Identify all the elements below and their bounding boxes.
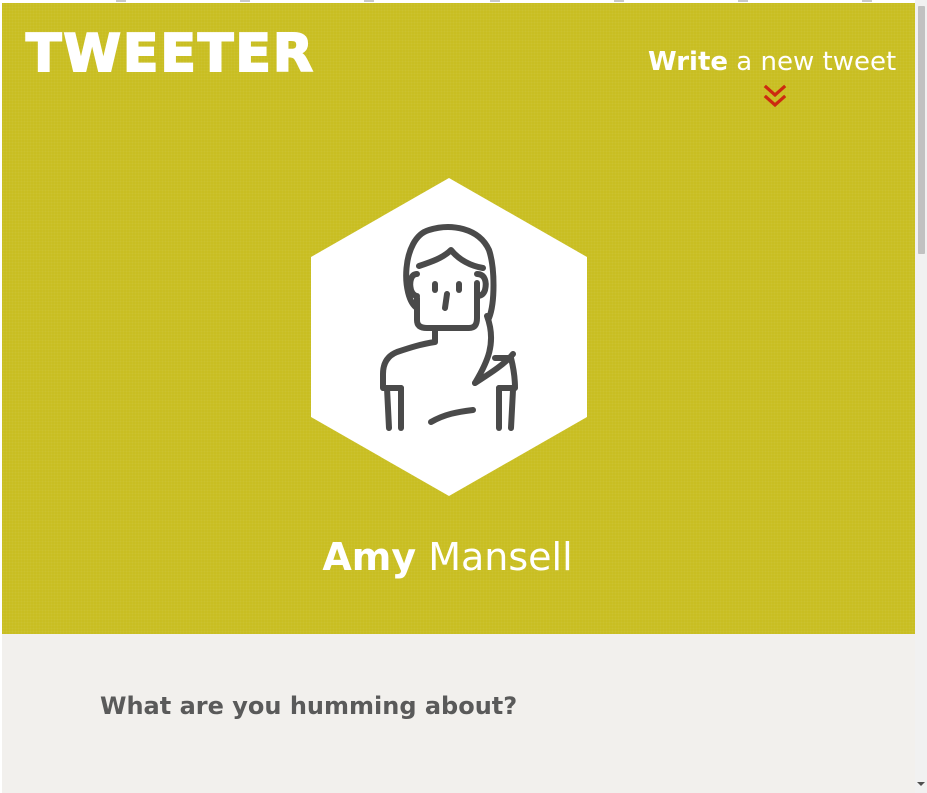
page-scrollbar[interactable] — [915, 0, 927, 793]
write-link-strong: Write — [648, 47, 729, 77]
compose-prompt: What are you humming about? — [100, 692, 518, 720]
profile-last-name: Mansell — [416, 535, 573, 579]
edge-mark — [116, 0, 126, 2]
app-logo[interactable]: TWEETER — [25, 25, 318, 83]
edge-mark — [364, 0, 374, 2]
profile-first-name: Amy — [322, 535, 417, 579]
profile-name: Amy Mansell — [0, 532, 895, 582]
scroll-down-arrow-icon[interactable] — [917, 780, 925, 788]
write-new-tweet-link[interactable]: Write a new tweet — [648, 44, 896, 80]
double-chevron-down-icon[interactable] — [762, 84, 788, 110]
avatar — [311, 178, 587, 496]
edge-mark — [240, 0, 250, 2]
write-link-rest: a new tweet — [728, 47, 897, 77]
compose-section: What are you humming about? — [2, 634, 915, 793]
scrollbar-thumb[interactable] — [918, 6, 925, 254]
edge-mark — [614, 0, 624, 2]
edge-mark — [738, 0, 748, 2]
edge-mark — [490, 0, 500, 2]
edge-mark — [862, 0, 872, 2]
